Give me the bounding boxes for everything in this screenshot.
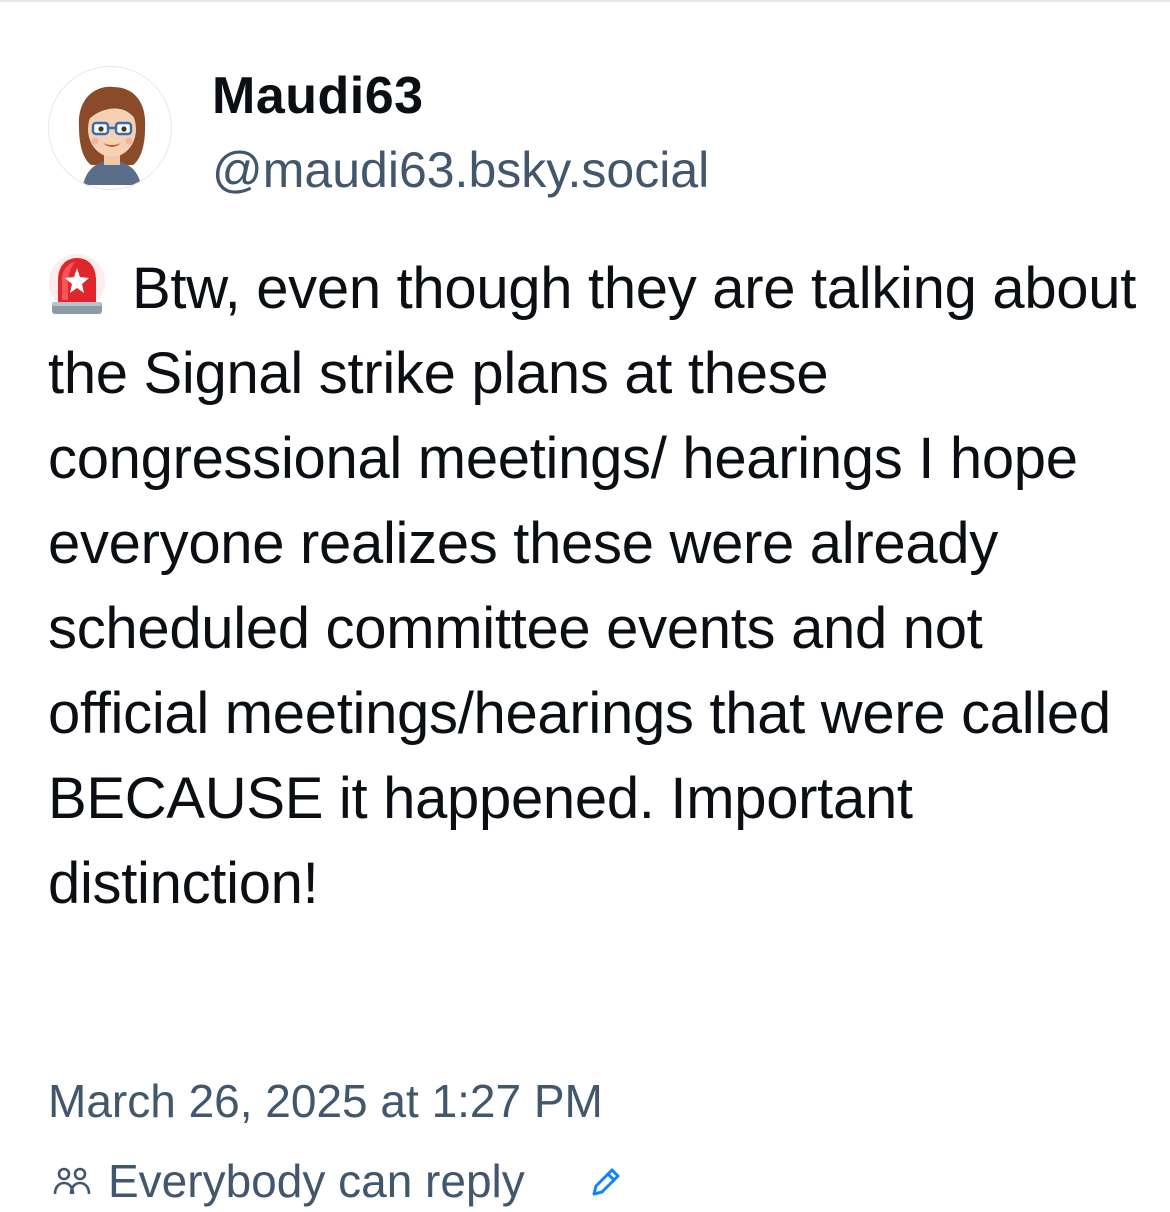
- author-display-name[interactable]: Maudi63: [212, 66, 424, 126]
- siren-icon: [49, 254, 105, 314]
- pencil-icon[interactable]: [588, 1166, 622, 1200]
- post-card: Maudi63 @maudi63.bsky.social Btw, even t…: [0, 0, 1170, 1207]
- post-timestamp: March 26, 2025 at 1:27 PM: [48, 1075, 603, 1127]
- reply-setting-label: Everybody can reply: [108, 1155, 525, 1207]
- author-avatar[interactable]: [48, 66, 172, 190]
- post-text: Btw, even though they are talking about …: [48, 256, 1137, 916]
- people-icon: [53, 1167, 91, 1195]
- post-body: Btw, even though they are talking about …: [48, 246, 1138, 926]
- post-header: Maudi63 @maudi63.bsky.social: [48, 66, 1048, 198]
- cartoon-avatar-icon: [78, 86, 146, 185]
- author-handle[interactable]: @maudi63.bsky.social: [212, 142, 709, 198]
